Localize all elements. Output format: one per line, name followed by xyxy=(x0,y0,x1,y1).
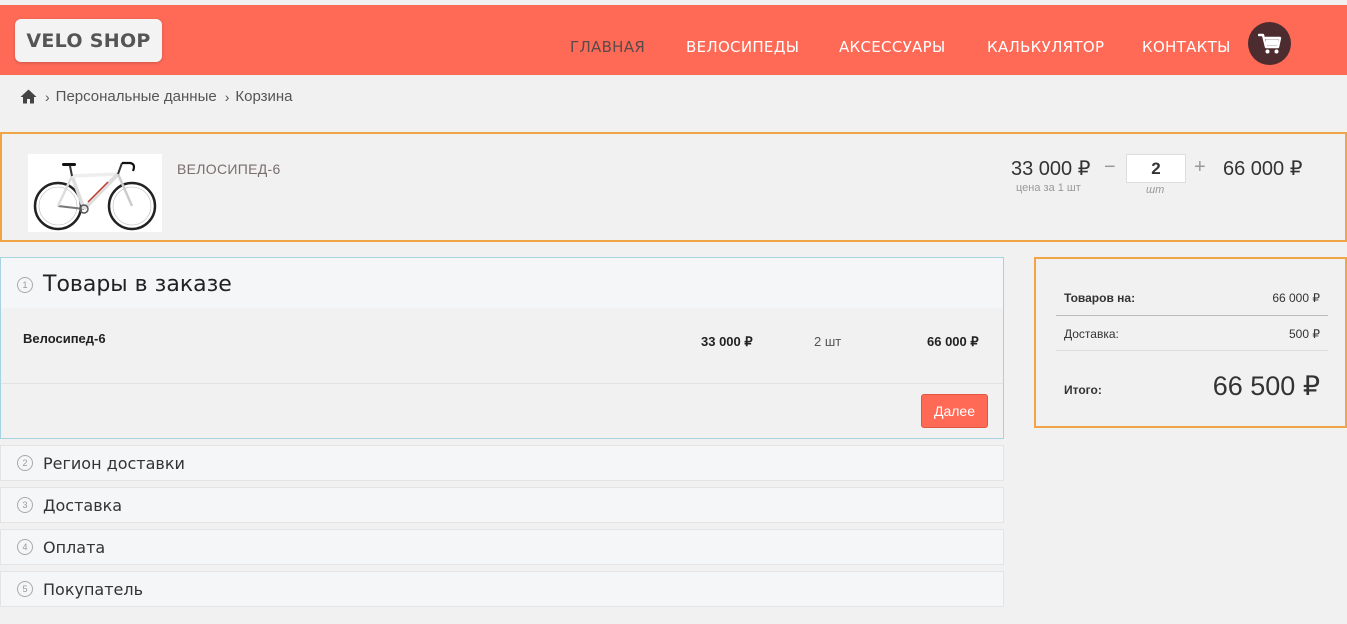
step-number-badge: 4 xyxy=(17,539,33,555)
step-label: Регион доставки xyxy=(43,454,185,473)
goods-total-label: Товаров на: xyxy=(1064,291,1136,305)
divider xyxy=(1,383,1003,384)
cart-item-row: ВЕЛОСИПЕД-6 33 000 ₽ цена за 1 шт − шт +… xyxy=(0,132,1347,242)
unit-price: 33 000 ₽ xyxy=(1011,158,1091,180)
nav-link-contacts[interactable]: КОНТАКТЫ xyxy=(1142,38,1231,56)
step-number-badge: 2 xyxy=(17,455,33,471)
step-number-badge: 5 xyxy=(17,581,33,597)
site-logo[interactable]: VELO SHOP xyxy=(15,19,162,62)
order-item-price: 33 000 ₽ xyxy=(701,334,753,349)
breadcrumb-personal-data[interactable]: Персональные данные xyxy=(56,88,217,105)
site-header: VELO SHOP ГЛАВНАЯ ВЕЛОСИПЕДЫ АКСЕССУАРЫ … xyxy=(0,5,1347,75)
step-payment[interactable]: 4 Оплата xyxy=(0,529,1004,565)
cart-icon xyxy=(1257,33,1281,53)
step-label: Покупатель xyxy=(43,580,144,599)
cart-button[interactable] xyxy=(1248,22,1291,65)
order-items-header[interactable]: 1 Товары в заказе xyxy=(1,258,1003,308)
breadcrumb-separator: › xyxy=(224,88,230,105)
unit-price-caption: цена за 1 шт xyxy=(1016,182,1081,194)
order-item-total: 66 000 ₽ xyxy=(927,334,979,349)
breadcrumb: › Персональные данные › Корзина xyxy=(20,88,293,105)
goods-total-value: 66 000 ₽ xyxy=(1272,291,1320,305)
order-item-name: Велосипед-6 xyxy=(23,331,106,346)
order-item-quantity: 2 шт xyxy=(814,334,842,349)
step-label: Доставка xyxy=(43,496,123,515)
nav-link-calculator[interactable]: КАЛЬКУЛЯТОР xyxy=(987,38,1104,56)
nav-link-accessories[interactable]: АКСЕССУАРЫ xyxy=(839,38,946,56)
quantity-decrease-button[interactable]: − xyxy=(1104,156,1116,179)
order-items-panel: 1 Товары в заказе Велосипед-6 33 000 ₽ 2… xyxy=(0,257,1004,439)
cart-item-name[interactable]: ВЕЛОСИПЕД-6 xyxy=(177,161,281,177)
breadcrumb-separator: › xyxy=(45,88,50,105)
delivery-value: 500 ₽ xyxy=(1289,327,1320,341)
grand-total-value: 66 500 ₽ xyxy=(1212,371,1320,401)
step-number-badge: 1 xyxy=(17,277,33,293)
next-button[interactable]: Далее xyxy=(921,394,988,428)
order-summary: Товаров на: 66 000 ₽ Доставка: 500 ₽ Ито… xyxy=(1034,257,1347,428)
quantity-caption: шт xyxy=(1146,184,1165,196)
nav-link-home[interactable]: ГЛАВНАЯ xyxy=(570,38,645,56)
nav-link-bicycles[interactable]: ВЕЛОСИПЕДЫ xyxy=(686,38,799,56)
step-number-badge: 3 xyxy=(17,497,33,513)
step-buyer[interactable]: 5 Покупатель xyxy=(0,571,1004,607)
line-total: 66 000 ₽ xyxy=(1223,158,1303,180)
divider xyxy=(1056,315,1328,316)
order-items-title: Товары в заказе xyxy=(43,272,232,297)
quantity-input[interactable] xyxy=(1126,154,1186,183)
home-icon[interactable] xyxy=(20,89,37,104)
divider xyxy=(1056,350,1328,351)
step-delivery-region[interactable]: 2 Регион доставки xyxy=(0,445,1004,481)
step-label: Оплата xyxy=(43,538,106,557)
bike-image[interactable] xyxy=(28,154,162,232)
quantity-increase-button[interactable]: + xyxy=(1194,156,1206,179)
delivery-label: Доставка: xyxy=(1064,327,1119,341)
step-delivery[interactable]: 3 Доставка xyxy=(0,487,1004,523)
grand-total-label: Итого: xyxy=(1064,383,1102,397)
breadcrumb-cart[interactable]: Корзина xyxy=(235,88,292,105)
